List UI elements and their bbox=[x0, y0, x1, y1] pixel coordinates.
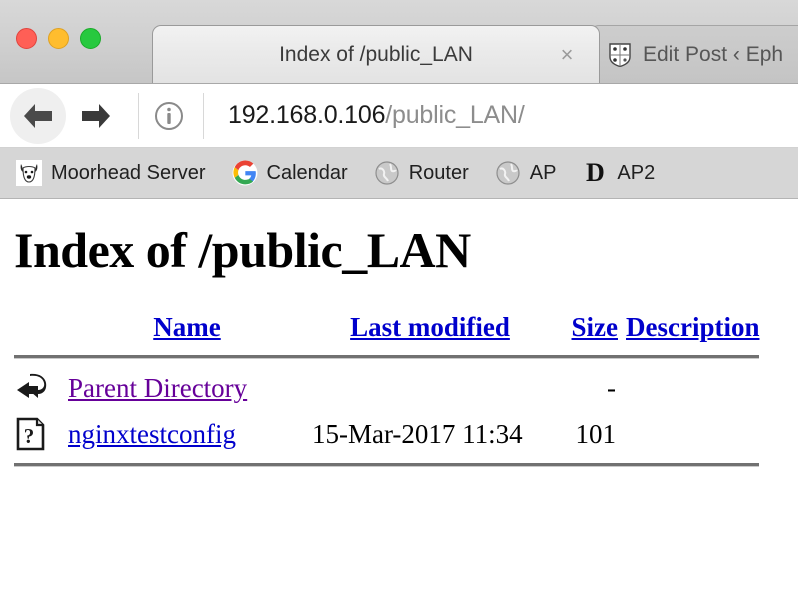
bookmark-ap[interactable]: AP bbox=[495, 160, 557, 186]
globe-icon bbox=[495, 160, 521, 186]
parent-directory-link[interactable]: Parent Directory bbox=[68, 373, 247, 403]
column-header-size: Size bbox=[554, 312, 626, 343]
bookmarks-bar: Moorhead Server Calendar Router AP D AP2 bbox=[0, 148, 798, 199]
sort-by-date-link[interactable]: Last modified bbox=[350, 312, 510, 342]
row-spacer bbox=[14, 405, 759, 417]
row-date-cell: 15-Mar-2017 11:34 bbox=[312, 418, 523, 449]
table-row: ? nginxtestconfig 15-Mar-2017 11:34 101 bbox=[14, 417, 759, 451]
row-date-cell bbox=[306, 371, 554, 405]
parent-directory-icon bbox=[17, 373, 47, 398]
file-link-nginxtestconfig[interactable]: nginxtestconfig bbox=[68, 419, 236, 449]
svg-text:?: ? bbox=[24, 424, 35, 448]
google-g-icon bbox=[232, 160, 258, 186]
info-circle-icon bbox=[155, 101, 183, 130]
bookmark-label: Router bbox=[408, 161, 469, 184]
column-header-description: Description bbox=[626, 312, 759, 343]
horizontal-rule-bottom bbox=[14, 463, 760, 467]
page-title: Index of /public_LAN bbox=[14, 222, 471, 278]
sort-by-size-link[interactable]: Size bbox=[572, 312, 619, 342]
row-description-cell bbox=[626, 371, 759, 405]
row-name-cell: Parent Directory bbox=[68, 371, 306, 405]
bookmark-label: AP2 bbox=[617, 161, 656, 184]
row-size-cell: - bbox=[607, 372, 616, 403]
page-content: Index of /public_LAN Name Last modified bbox=[0, 199, 798, 600]
tab-strip: Index of /public_LAN × Edit Post ‹ Eph bbox=[0, 0, 798, 84]
tab-edit-post[interactable]: Edit Post ‹ Eph bbox=[590, 25, 798, 83]
horizontal-rule-top bbox=[14, 355, 760, 359]
forward-button[interactable] bbox=[68, 88, 124, 144]
close-icon[interactable]: × bbox=[557, 43, 577, 65]
column-header-name: Name bbox=[68, 312, 306, 343]
tab-title: Index of /public_LAN bbox=[279, 42, 473, 66]
back-button[interactable] bbox=[10, 87, 66, 144]
sort-by-name-link[interactable]: Name bbox=[153, 312, 220, 342]
toolbar-divider bbox=[138, 92, 139, 139]
letter-d-glyph: D bbox=[586, 158, 605, 187]
url-path: /public_LAN/ bbox=[385, 101, 525, 129]
url-host: 192.168.0.106 bbox=[228, 101, 386, 129]
tab-list: Index of /public_LAN × Edit Post ‹ Eph bbox=[152, 21, 798, 83]
bookmark-ap2[interactable]: D AP2 bbox=[582, 160, 655, 186]
table-row: Parent Directory - bbox=[14, 371, 759, 405]
header-rule-row bbox=[14, 343, 760, 371]
url-divider bbox=[203, 92, 204, 139]
back-arrow-icon bbox=[24, 103, 52, 128]
row-icon-cell bbox=[14, 371, 68, 405]
shield-crest-icon bbox=[609, 42, 631, 67]
letter-d-icon: D bbox=[582, 160, 608, 186]
row-icon-cell: ? bbox=[14, 417, 68, 451]
bookmark-router[interactable]: Router bbox=[374, 160, 469, 186]
unknown-file-icon: ? bbox=[16, 417, 45, 451]
column-header-last-modified: Last modified bbox=[306, 312, 554, 343]
row-size-cell: 101 bbox=[575, 418, 617, 449]
directory-index-table: Name Last modified Size Description Pare… bbox=[14, 312, 760, 479]
address-bar[interactable]: 192.168.0.106 /public_LAN/ bbox=[228, 101, 525, 130]
bookmark-label: Moorhead Server bbox=[51, 161, 206, 184]
bookmark-label: Calendar bbox=[266, 161, 348, 184]
footer-rule-row bbox=[14, 451, 760, 479]
tab-index-of-public-lan[interactable]: Index of /public_LAN × bbox=[152, 25, 600, 83]
globe-icon bbox=[374, 160, 400, 186]
browser-toolbar: 192.168.0.106 /public_LAN/ bbox=[0, 84, 798, 148]
tab-title: Edit Post ‹ Eph bbox=[643, 42, 784, 66]
dog-face-icon bbox=[16, 160, 42, 186]
window-controls bbox=[16, 28, 101, 49]
column-header-icon bbox=[14, 312, 68, 343]
browser-window: Index of /public_LAN × Edit Post ‹ Eph 1… bbox=[0, 0, 798, 600]
maximize-window-button[interactable] bbox=[80, 28, 101, 49]
bookmark-calendar[interactable]: Calendar bbox=[232, 160, 348, 186]
site-info-button[interactable] bbox=[149, 96, 189, 136]
row-name-cell: nginxtestconfig bbox=[68, 417, 306, 451]
close-window-button[interactable] bbox=[16, 28, 37, 49]
bookmark-label: AP bbox=[529, 161, 557, 184]
minimize-window-button[interactable] bbox=[48, 28, 69, 49]
bookmark-moorhead-server[interactable]: Moorhead Server bbox=[16, 160, 206, 186]
sort-by-description-link[interactable]: Description bbox=[626, 312, 759, 342]
table-header-row: Name Last modified Size Description bbox=[14, 312, 759, 343]
forward-arrow-icon bbox=[82, 103, 110, 128]
row-description-cell bbox=[626, 417, 759, 451]
